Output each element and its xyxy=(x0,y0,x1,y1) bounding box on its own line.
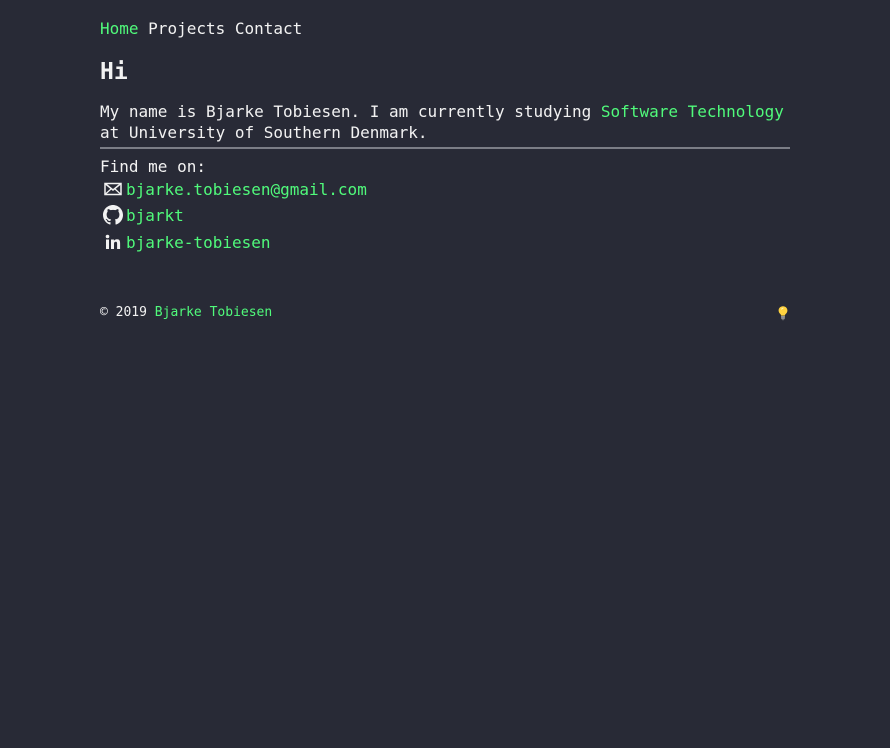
divider xyxy=(100,147,790,149)
linkedin-link[interactable]: bjarke-tobiesen xyxy=(126,233,271,252)
copyright-text: © 2019 xyxy=(100,305,155,320)
find-me-label: Find me on: xyxy=(100,157,206,176)
contact-github: bjarkt xyxy=(102,204,184,226)
footer: © 2019 Bjarke Tobiesen xyxy=(100,303,790,323)
intro-paragraph: My name is Bjarke Tobiesen. I am current… xyxy=(100,101,790,143)
github-link[interactable]: bjarkt xyxy=(126,206,184,225)
author-link[interactable]: Bjarke Tobiesen xyxy=(155,305,272,320)
mail-icon xyxy=(102,178,124,200)
study-program-link[interactable]: Software Technology xyxy=(601,102,784,121)
lightbulb-icon[interactable] xyxy=(776,305,790,321)
github-icon xyxy=(102,204,124,226)
intro-text-end: at University of Southern Denmark. xyxy=(100,123,428,142)
page-heading: Hi xyxy=(100,59,128,85)
nav-projects-link[interactable]: Projects xyxy=(148,19,225,38)
copyright: © 2019 Bjarke Tobiesen xyxy=(100,303,272,323)
contact-email: bjarke.tobiesen@gmail.com xyxy=(102,178,367,200)
nav-contact-link[interactable]: Contact xyxy=(235,19,302,38)
nav-home-link[interactable]: Home xyxy=(100,19,139,38)
contact-linkedin: bjarke-tobiesen xyxy=(102,231,271,253)
main-nav: Home Projects Contact xyxy=(100,19,302,39)
email-link[interactable]: bjarke.tobiesen@gmail.com xyxy=(126,180,367,199)
intro-text-start: My name is Bjarke Tobiesen. I am current… xyxy=(100,102,601,121)
linkedin-icon xyxy=(102,231,124,253)
